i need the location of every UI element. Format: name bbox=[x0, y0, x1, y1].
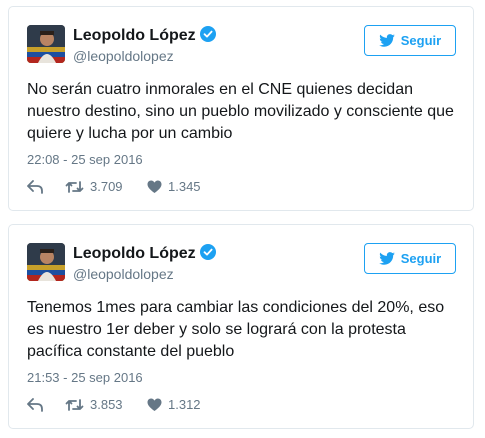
avatar[interactable] bbox=[27, 25, 65, 63]
retweet-icon bbox=[65, 181, 84, 193]
retweet-count: 3.709 bbox=[90, 179, 123, 194]
tweet-timestamp[interactable]: 22:08 - 25 sep 2016 bbox=[27, 152, 143, 168]
tweet-timestamp[interactable]: 21:53 - 25 sep 2016 bbox=[27, 370, 143, 386]
avatar[interactable] bbox=[27, 243, 65, 281]
verified-badge-icon bbox=[199, 244, 216, 260]
tweet-actions: 3.709 1.345 bbox=[27, 178, 227, 196]
tweet-text: No serán cuatro inmorales en el CNE quie… bbox=[27, 81, 454, 142]
reply-button[interactable] bbox=[27, 180, 65, 194]
tweet-card: Leopoldo López @leopoldolopez Seguir No … bbox=[8, 6, 474, 211]
retweet-button[interactable]: 3.709 bbox=[65, 178, 147, 196]
profile-photo-icon bbox=[27, 25, 65, 63]
tweet-text: Tenemos 1mes para cambiar las condicione… bbox=[27, 299, 445, 360]
retweet-icon bbox=[65, 399, 84, 411]
heart-icon bbox=[147, 398, 162, 411]
profile-photo-icon bbox=[27, 243, 65, 281]
follow-button-label: Seguir bbox=[400, 251, 442, 266]
twitter-bird-icon bbox=[378, 252, 395, 265]
reply-icon bbox=[27, 180, 43, 194]
follow-button[interactable]: Seguir bbox=[364, 243, 456, 274]
twitter-bird-icon bbox=[378, 34, 395, 47]
author-name[interactable]: Leopoldo López bbox=[73, 26, 216, 46]
author-handle[interactable]: @leopoldolopez bbox=[73, 265, 174, 283]
author-name-text[interactable]: Leopoldo López bbox=[73, 245, 196, 262]
author-name[interactable]: Leopoldo López bbox=[73, 244, 216, 264]
heart-icon bbox=[147, 180, 162, 193]
like-count: 1.345 bbox=[168, 179, 201, 194]
retweet-count: 3.853 bbox=[90, 397, 123, 412]
tweet-card: Leopoldo López @leopoldolopez Seguir Ten… bbox=[8, 224, 474, 429]
author-name-text[interactable]: Leopoldo López bbox=[73, 27, 196, 44]
author-handle[interactable]: @leopoldolopez bbox=[73, 47, 174, 65]
reply-button[interactable] bbox=[27, 398, 65, 412]
follow-button[interactable]: Seguir bbox=[364, 25, 456, 56]
like-button[interactable]: 1.345 bbox=[147, 178, 227, 196]
retweet-button[interactable]: 3.853 bbox=[65, 396, 147, 414]
follow-button-label: Seguir bbox=[400, 33, 442, 48]
verified-badge-icon bbox=[199, 26, 216, 42]
tweet-actions: 3.853 1.312 bbox=[27, 396, 227, 414]
reply-icon bbox=[27, 398, 43, 412]
like-count: 1.312 bbox=[168, 397, 201, 412]
like-button[interactable]: 1.312 bbox=[147, 396, 227, 414]
